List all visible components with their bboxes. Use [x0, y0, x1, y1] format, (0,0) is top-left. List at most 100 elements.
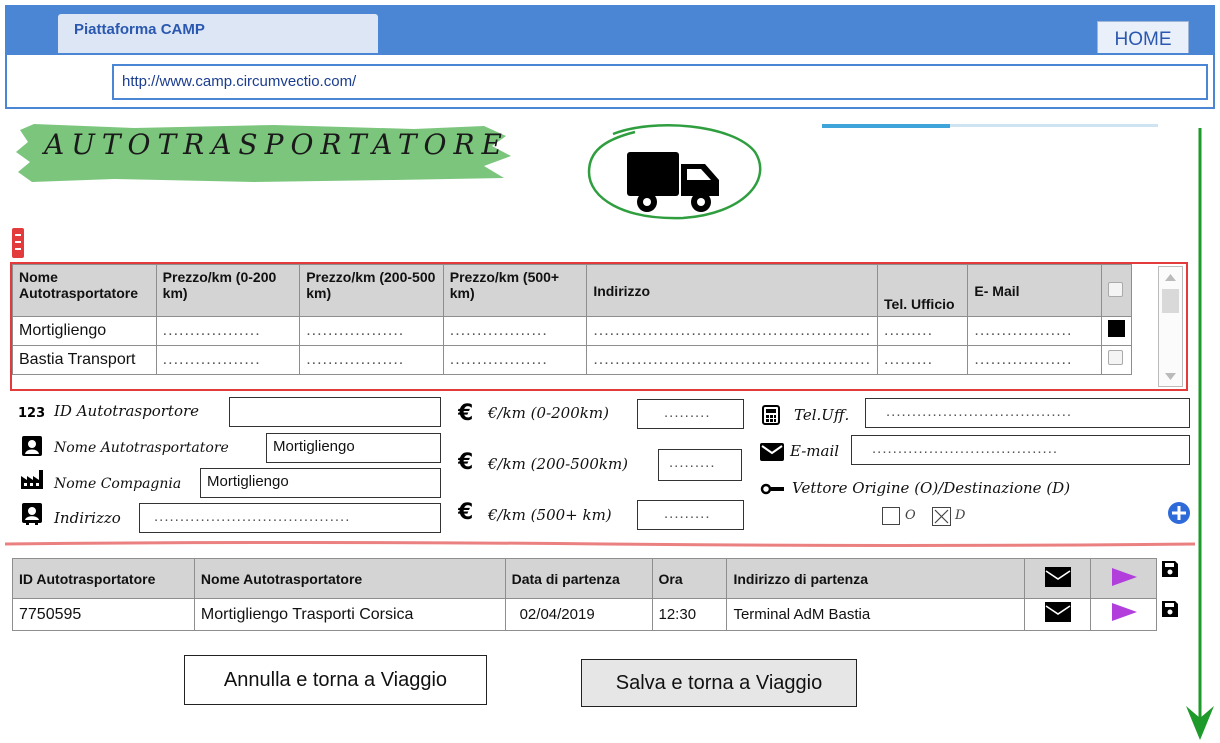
col-header-select: [1100, 264, 1133, 317]
browser-tab[interactable]: Piattaforma CAMP: [58, 14, 378, 58]
euro-icon: €: [458, 451, 473, 473]
row-checkbox[interactable]: [1107, 350, 1123, 365]
company-label: Nome Compagnia: [54, 476, 182, 492]
address-cell: ........................................…: [586, 316, 879, 346]
play-cell: [1090, 598, 1157, 631]
col-header-date: Data di partenza: [504, 558, 653, 599]
scrollbar-arrows-icon: [1162, 274, 1179, 380]
truck-icon: [627, 152, 719, 212]
col-header-email: E- Mail: [967, 264, 1102, 317]
price-cell: ..................: [155, 316, 301, 346]
col-header-price-200-500: Prezzo/km (200-500 km): [299, 264, 444, 317]
row-select-cell: [1100, 345, 1133, 375]
server-icon: [12, 228, 24, 258]
origin-letter: O: [905, 508, 916, 523]
tel-cell: .........: [877, 345, 969, 375]
table-row[interactable]: Mortigliengo .................. ........…: [12, 316, 1133, 346]
trip-table: ID Autotrasportatore Nome Autotrasportat…: [12, 558, 1157, 631]
col-header-name: Nome Autotrasportatore: [12, 264, 157, 317]
home-button[interactable]: HOME: [1097, 21, 1189, 57]
svg-text:€: €: [458, 501, 473, 523]
mail-icon[interactable]: [1044, 567, 1071, 587]
svg-text:€: €: [458, 451, 473, 473]
progress-fill: [822, 124, 950, 128]
col-header-name: Nome Autotrasportatore: [193, 558, 506, 599]
price2-input[interactable]: .........: [658, 449, 742, 481]
address-input[interactable]: ......................................: [139, 503, 441, 533]
price-cell: ..................: [442, 345, 588, 375]
col-header-address: Indirizzo: [586, 264, 879, 317]
cancel-button[interactable]: Annulla e torna a Viaggio: [184, 655, 487, 705]
save-icon[interactable]: [1161, 600, 1179, 618]
page-title: AUTOTRASPORTATORE: [44, 128, 509, 161]
play-icon[interactable]: [1109, 601, 1139, 623]
carrier-name: Mortigliengo: [12, 316, 157, 346]
key-icon: [760, 483, 784, 495]
envelope-icon: [760, 443, 784, 461]
trip-address: Terminal AdM Bastia: [726, 598, 1026, 631]
price-cell: ..................: [299, 345, 444, 375]
row-select-cell: [1100, 316, 1133, 346]
price-cell: ..................: [299, 316, 444, 346]
destination-checkbox-checked[interactable]: [932, 507, 951, 526]
col-header-price-500plus: Prezzo/km (500+ km): [442, 264, 588, 317]
trip-carrier-name: Mortigliengo Trasporti Corsica: [193, 598, 506, 631]
price-cell: ..................: [442, 316, 588, 346]
table-scrollbar[interactable]: [1158, 266, 1183, 387]
carrier-table: Nome Autotrasportatore Prezzo/km (0-200 …: [12, 264, 1133, 375]
url-input[interactable]: http://www.camp.circumvectio.com/: [112, 64, 1208, 100]
tab-title: Piattaforma CAMP: [74, 21, 205, 38]
id-label: ID Autotrasportore: [54, 402, 200, 420]
table-row[interactable]: 7750595 Mortigliengo Trasporti Corsica 0…: [12, 598, 1157, 631]
name-label: Nome Autotrasportatore: [54, 440, 229, 456]
col-header-address: Indirizzo di partenza: [726, 558, 1026, 599]
play-icon[interactable]: [1109, 566, 1139, 588]
trip-table-header: ID Autotrasportatore Nome Autotrasportat…: [12, 558, 1157, 599]
mail-icon[interactable]: [1044, 602, 1071, 622]
email-cell: ..................: [967, 316, 1102, 346]
svg-text:123: 123: [18, 406, 45, 420]
table-row[interactable]: Bastia Transport .................. ....…: [12, 345, 1133, 375]
factory-icon: [21, 470, 43, 489]
save-button[interactable]: Salva e torna a Viaggio: [581, 659, 857, 707]
price-cell: ..................: [155, 345, 301, 375]
carrier-name: Bastia Transport: [12, 345, 157, 375]
email-cell: ..................: [967, 345, 1102, 375]
truck-logo: [587, 124, 762, 220]
mail-cell: [1024, 598, 1091, 631]
vector-label: Vettore Origine (O)/Destinazione (D): [792, 479, 1071, 497]
price1-input[interactable]: .........: [637, 399, 744, 429]
col-header-tel: Tel. Ufficio: [877, 264, 969, 317]
carrier-table-header: Nome Autotrasportatore Prezzo/km (0-200 …: [12, 264, 1133, 317]
add-circle-icon[interactable]: [1167, 501, 1191, 525]
company-input[interactable]: Mortigliengo: [200, 468, 441, 498]
email-input[interactable]: ....................................: [851, 435, 1190, 465]
destination-letter: D: [955, 508, 966, 523]
price1-label: €/km (0-200km): [488, 404, 609, 422]
email-label: E-mail: [790, 442, 840, 460]
tel-label: Tel.Uff.: [794, 406, 850, 424]
trip-id: 7750595: [12, 598, 195, 631]
trip-date: 02/04/2019: [504, 598, 653, 631]
name-input[interactable]: Mortigliengo: [266, 433, 441, 463]
save-icon[interactable]: [1161, 560, 1179, 578]
address-book-icon: [22, 503, 42, 525]
col-header-id: ID Autotrasportatore: [12, 558, 195, 599]
id-input[interactable]: [229, 397, 441, 427]
section-divider: [5, 541, 1195, 547]
tel-input[interactable]: ....................................: [865, 398, 1190, 428]
origin-checkbox[interactable]: [882, 507, 900, 525]
price3-input[interactable]: .........: [637, 500, 744, 530]
euro-icon: €: [458, 402, 473, 424]
euro-icon: €: [458, 501, 473, 523]
trip-time: 12:30: [651, 598, 728, 631]
col-header-play: [1090, 558, 1157, 599]
col-header-mail: [1024, 558, 1091, 599]
row-checkbox-checked[interactable]: [1107, 320, 1125, 337]
tel-cell: .........: [877, 316, 969, 346]
address-cell: ........................................…: [586, 345, 879, 375]
col-header-price-0-200: Prezzo/km (0-200 km): [155, 264, 301, 317]
svg-text:€: €: [458, 402, 473, 424]
numbers-icon: 123: [18, 406, 45, 420]
select-all-checkbox[interactable]: [1107, 281, 1123, 297]
